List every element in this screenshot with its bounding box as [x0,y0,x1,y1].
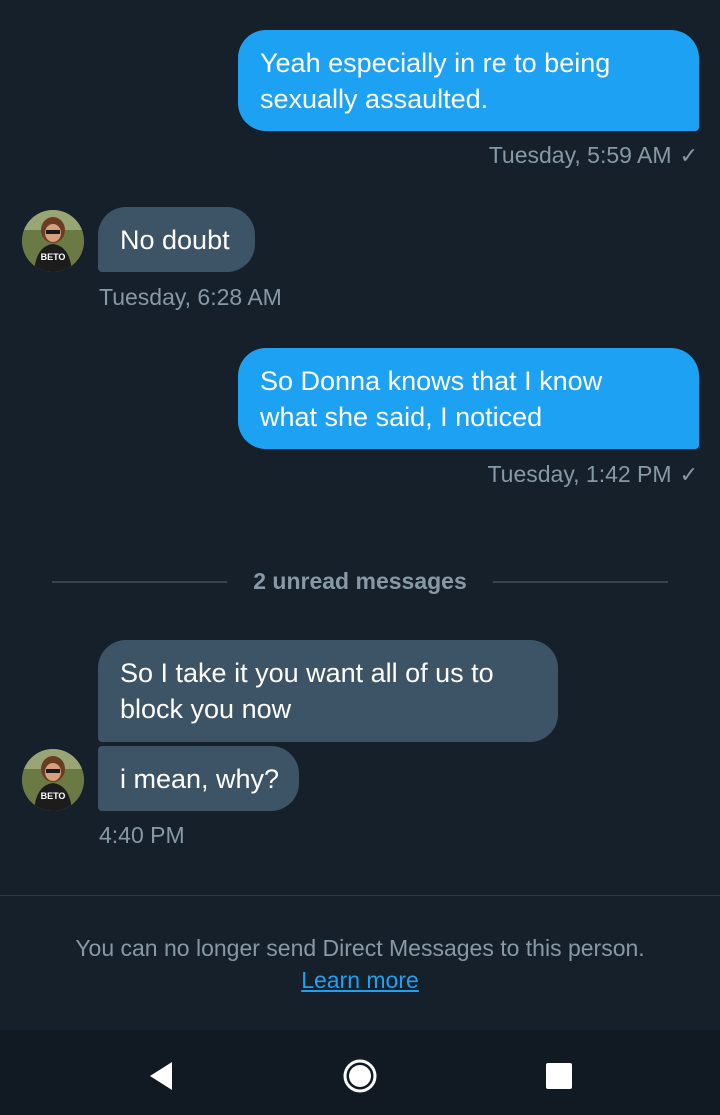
unread-divider-line-right [493,581,668,583]
composer-separator [0,895,720,896]
home-button[interactable] [340,1056,380,1096]
checkmark-icon: ✓ [679,143,698,168]
outgoing-message-bubble[interactable]: Yeah especially in re to being sexually … [238,30,699,131]
dm-disabled-notice: You can no longer send Direct Messages t… [75,935,645,961]
avatar[interactable]: BETO [22,749,84,811]
recents-button[interactable] [539,1056,579,1096]
svg-text:BETO: BETO [41,252,66,262]
message-timestamp: Tuesday, 5:59 AM ✓ [489,142,698,169]
profile-photo-icon: BETO [22,749,84,811]
message-text-line: So I take it you want all of us to [120,658,494,688]
message-text-line: No doubt [120,224,230,255]
system-navigation-bar [0,1030,720,1115]
profile-photo-icon: BETO [22,210,84,272]
message-timestamp: 4:40 PM [99,822,185,848]
recents-square-icon [546,1063,572,1089]
avatar[interactable]: BETO [22,210,84,272]
message-text-line: what she said, I noticed [260,401,543,432]
message-text-line: sexually assaulted. [260,83,489,114]
timestamp-text: Tuesday, 5:59 AM [488,142,672,168]
svg-text:BETO: BETO [41,791,66,801]
message-timestamp: Tuesday, 1:42 PM ✓ [487,461,698,488]
incoming-message-bubble[interactable]: No doubt [98,207,255,272]
home-circle-icon [343,1059,377,1093]
back-button[interactable] [140,1056,180,1096]
timestamp-text: Tuesday, 1:42 PM [487,461,672,487]
message-text-line: So Donna knows that I know [260,365,603,396]
message-timestamp: Tuesday, 6:28 AM [99,284,282,310]
message-text-line: block you now [120,694,292,724]
message-text-line: i mean, why? [120,763,280,794]
incoming-message-bubble[interactable]: So I take it you want all of us to block… [98,640,558,742]
checkmark-icon: ✓ [679,462,698,487]
back-triangle-icon [150,1062,172,1090]
message-text-line: Yeah especially in re to being [260,47,611,78]
outgoing-message-bubble[interactable]: So Donna knows that I know what she said… [238,348,699,449]
incoming-message-bubble[interactable]: i mean, why? [98,746,299,811]
learn-more-link[interactable]: Learn more [301,967,419,993]
